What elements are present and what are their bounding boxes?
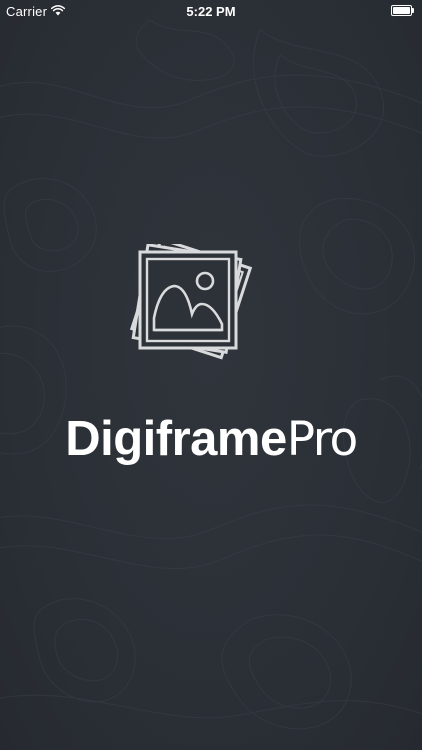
status-time: 5:22 PM <box>186 4 236 19</box>
brand-name: Digiframe <box>65 412 287 466</box>
battery-level-fill <box>393 7 410 14</box>
photo-stack-icon <box>130 244 253 360</box>
status-bar: Carrier 5:22 PM <box>0 0 422 22</box>
brand-suffix: Pro <box>286 412 359 467</box>
battery-icon <box>391 5 414 16</box>
app-wordmark: DigiframePro <box>0 404 422 475</box>
splash-screen: Carrier 5:22 PM DigiframePro <box>0 0 422 750</box>
